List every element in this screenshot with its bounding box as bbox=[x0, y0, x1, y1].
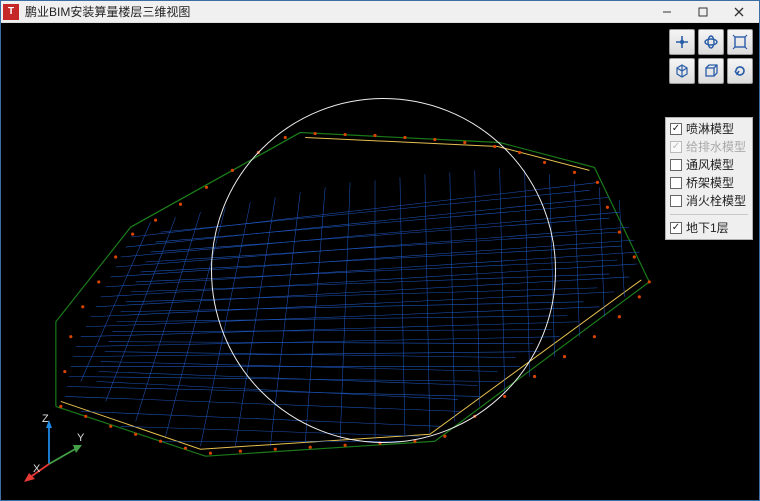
layer-label: 消火栓模型 bbox=[686, 194, 746, 208]
layer-item-ventilation[interactable]: 通风模型 bbox=[670, 158, 748, 172]
checkbox-icon bbox=[670, 177, 682, 189]
view-tool-palette bbox=[669, 29, 753, 84]
layer-item-sprinkler[interactable]: ✓ 喷淋模型 bbox=[670, 122, 748, 136]
window-title: 鹏业BIM安装算量楼层三维视图 bbox=[25, 3, 649, 20]
pan-tool[interactable] bbox=[669, 29, 695, 55]
layer-item-cabletray[interactable]: 桥架模型 bbox=[670, 176, 748, 190]
layer-label: 给排水模型 bbox=[686, 140, 746, 154]
layer-item-hydrant[interactable]: 消火栓模型 bbox=[670, 194, 748, 208]
zoom-extents-tool[interactable] bbox=[727, 29, 753, 55]
floor-label: 地下1层 bbox=[686, 221, 729, 235]
title-bar: T 鹏业BIM安装算量楼层三维视图 bbox=[1, 1, 759, 23]
app-icon: T bbox=[3, 4, 19, 20]
viewport-3d[interactable]: Z Y X ✓ 喷淋模型 ✓ 给排水模型 通风模型 桥架模型 消火栓模型 bbox=[1, 23, 759, 500]
checkbox-icon: ✓ bbox=[670, 222, 682, 234]
box-view-tool[interactable] bbox=[698, 58, 724, 84]
orbit-tool[interactable] bbox=[698, 29, 724, 55]
floor-item-b1[interactable]: ✓ 地下1层 bbox=[670, 221, 748, 235]
minimize-button[interactable] bbox=[649, 2, 685, 22]
window-controls bbox=[649, 2, 757, 22]
model-wireframe bbox=[1, 23, 759, 500]
layer-item-water: ✓ 给排水模型 bbox=[670, 140, 748, 154]
checkbox-icon bbox=[670, 195, 682, 207]
checkbox-icon: ✓ bbox=[670, 141, 682, 153]
layer-label: 喷淋模型 bbox=[686, 122, 734, 136]
separator bbox=[670, 214, 748, 215]
maximize-button[interactable] bbox=[685, 2, 721, 22]
refresh-tool[interactable] bbox=[727, 58, 753, 84]
checkbox-icon: ✓ bbox=[670, 123, 682, 135]
checkbox-icon bbox=[670, 159, 682, 171]
layer-label: 通风模型 bbox=[686, 158, 734, 172]
layer-panel: ✓ 喷淋模型 ✓ 给排水模型 通风模型 桥架模型 消火栓模型 ✓ 地下1层 bbox=[665, 117, 753, 240]
iso-view-tool[interactable] bbox=[669, 58, 695, 84]
close-button[interactable] bbox=[721, 2, 757, 22]
layer-label: 桥架模型 bbox=[686, 176, 734, 190]
